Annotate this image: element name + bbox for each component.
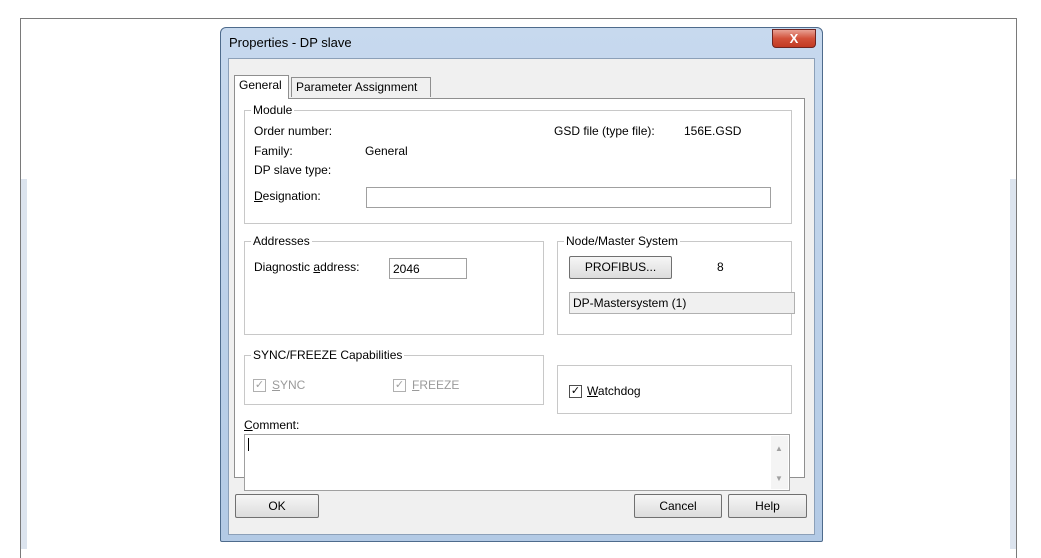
master-system-field: DP-Mastersystem (1) bbox=[569, 292, 795, 314]
sync-label: SYNC bbox=[272, 378, 306, 392]
dialog-client-area: General Parameter Assignment Module Orde… bbox=[228, 58, 815, 535]
tab-parameter-assignment[interactable]: Parameter Assignment bbox=[291, 77, 431, 97]
profibus-button-label: PROFIBUS... bbox=[584, 260, 657, 274]
node-master-system-group: Node/Master System PROFIBUS... 8 DP-Mast… bbox=[557, 234, 795, 335]
module-legend: Module bbox=[251, 103, 295, 117]
profibus-button[interactable]: PROFIBUS... bbox=[569, 256, 672, 279]
designation-input[interactable] bbox=[366, 187, 771, 208]
gsd-file-label: GSD file (type file): bbox=[554, 124, 655, 138]
module-group: Module Order number: GSD file (type file… bbox=[244, 103, 792, 224]
freeze-checkbox[interactable]: ✓ bbox=[393, 379, 406, 392]
dialog-title: Properties - DP slave bbox=[229, 35, 352, 50]
sync-freeze-group: SYNC/FREEZE Capabilities ✓ SYNC ✓ FREEZE bbox=[244, 348, 544, 405]
text-caret bbox=[248, 438, 249, 451]
family-value: General bbox=[365, 144, 408, 158]
ok-button[interactable]: OK bbox=[235, 494, 319, 518]
diagnostic-address-input[interactable] bbox=[389, 258, 467, 279]
family-label: Family: bbox=[254, 144, 293, 158]
close-icon: X bbox=[789, 31, 799, 46]
tab-general[interactable]: General bbox=[234, 75, 289, 99]
left-edge-strip bbox=[21, 179, 27, 549]
comment-label: Comment: bbox=[244, 418, 300, 432]
close-button[interactable]: X bbox=[772, 29, 816, 48]
comment-textarea[interactable]: ▲ ▼ bbox=[244, 434, 790, 491]
scroll-up-icon[interactable]: ▲ bbox=[775, 444, 783, 453]
sync-checkbox[interactable]: ✓ bbox=[253, 379, 266, 392]
freeze-label: FREEZE bbox=[412, 378, 460, 392]
addresses-legend: Addresses bbox=[251, 234, 312, 248]
help-button[interactable]: Help bbox=[728, 494, 807, 518]
right-edge-strip bbox=[1010, 179, 1016, 549]
sync-freeze-legend: SYNC/FREEZE Capabilities bbox=[251, 348, 405, 362]
node-master-legend: Node/Master System bbox=[564, 234, 681, 248]
scroll-down-icon[interactable]: ▼ bbox=[775, 474, 783, 483]
node-address-value: 8 bbox=[717, 260, 724, 274]
dp-slave-type-label: DP slave type: bbox=[254, 163, 332, 177]
watchdog-checkbox[interactable]: ✓ bbox=[569, 385, 582, 398]
watchdog-label: Watchdog bbox=[587, 384, 641, 398]
watchdog-group: ✓ Watchdog bbox=[557, 365, 792, 414]
comment-scrollbar[interactable]: ▲ ▼ bbox=[771, 436, 788, 489]
order-number-label: Order number: bbox=[254, 124, 333, 138]
properties-dialog: Properties - DP slave X General Paramete… bbox=[220, 27, 823, 542]
gsd-file-value: 156E.GSD bbox=[684, 124, 742, 138]
addresses-group: Addresses Diagnostic address: bbox=[244, 234, 544, 335]
cancel-button[interactable]: Cancel bbox=[634, 494, 722, 518]
title-bar[interactable]: Properties - DP slave X bbox=[221, 28, 822, 58]
designation-label: Designation: bbox=[254, 189, 321, 203]
diagnostic-address-label: Diagnostic address: bbox=[254, 260, 360, 274]
general-tab-page: Module Order number: GSD file (type file… bbox=[234, 98, 805, 491]
